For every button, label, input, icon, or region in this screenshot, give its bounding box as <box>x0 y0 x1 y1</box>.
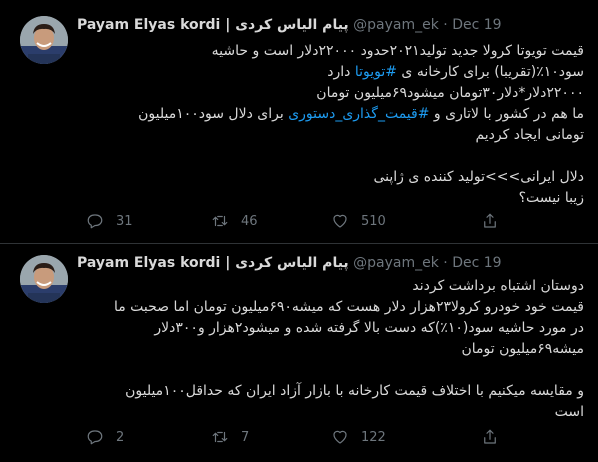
share-button[interactable] <box>481 211 499 231</box>
like-button[interactable]: 122 <box>331 427 386 447</box>
hashtag-link[interactable]: #قیمت_گذاری_دستوری <box>288 106 429 122</box>
tweet-line: سود۱۰٪(تقریبا) برای کارخانه ی #تویوتا دا… <box>327 64 584 80</box>
reply-count: 2 <box>116 429 125 445</box>
tweet-line: میشه۶۹میلیون تومان <box>461 341 585 357</box>
reply-icon <box>87 430 103 445</box>
tweet-feed: Payam Elyas kordi | پیام الیاس کردی @pay… <box>0 0 598 462</box>
tweet-line: دلال ایرانی>>>تولید کننده ی ژاپنی <box>373 169 584 185</box>
tweet-header: Payam Elyas kordi | پیام الیاس کردی @pay… <box>77 255 502 275</box>
reply-count: 31 <box>116 213 133 229</box>
display-name[interactable]: Payam Elyas kordi | پیام الیاس کردی <box>77 255 349 271</box>
avatar[interactable] <box>20 16 68 64</box>
avatar[interactable] <box>20 255 68 303</box>
reply-button[interactable]: 2 <box>86 427 124 447</box>
reply-icon <box>87 214 103 229</box>
action-bar: 2 7 122 <box>76 427 566 447</box>
tweet[interactable]: Payam Elyas kordi | پیام الیاس کردی @pay… <box>0 244 598 462</box>
retweet-button[interactable]: 46 <box>211 211 258 231</box>
tweet-line: قیمت تویوتا کرولا جدید تولید۲۰۲۱حدود ۲۲۰… <box>211 43 584 59</box>
like-count: 122 <box>361 429 386 445</box>
like-icon <box>333 430 347 444</box>
timestamp[interactable]: Dec 19 <box>452 255 501 271</box>
timestamp[interactable]: Dec 19 <box>452 17 501 33</box>
reply-button[interactable]: 31 <box>86 211 133 231</box>
tweet-line: ۲۲۰۰۰دلار*دلار۳۰تومان میشود۶۹میلیون توما… <box>316 85 584 101</box>
action-bar: 31 46 510 <box>76 211 566 231</box>
retweet-icon <box>212 215 228 227</box>
tweet[interactable]: Payam Elyas kordi | پیام الیاس کردی @pay… <box>0 0 598 243</box>
separator: · <box>443 255 448 271</box>
avatar-image <box>20 16 68 64</box>
tweet-text: دوستان اشتباه برداشت کردند قیمت خود خودر… <box>76 276 584 423</box>
retweet-count: 7 <box>241 429 250 445</box>
like-icon <box>333 214 347 228</box>
avatar-image <box>20 255 68 303</box>
handle[interactable]: @payam_ek <box>353 255 439 271</box>
retweet-count: 46 <box>241 213 258 229</box>
tweet-line: ما هم در کشور با لاتاری و #قیمت_گذاری_دس… <box>138 106 584 122</box>
tweet-line: در مورد حاشیه سود(۱۰٪)که دست بالا گرفته … <box>154 320 584 336</box>
tweet-text: قیمت تویوتا کرولا جدید تولید۲۰۲۱حدود ۲۲۰… <box>76 41 584 209</box>
like-button[interactable]: 510 <box>331 211 386 231</box>
retweet-icon <box>212 431 228 443</box>
handle[interactable]: @payam_ek <box>353 17 439 33</box>
share-button[interactable] <box>481 427 499 447</box>
share-icon <box>484 213 496 228</box>
separator: · <box>443 17 448 33</box>
retweet-button[interactable]: 7 <box>211 427 249 447</box>
tweet-line: زیبا نیست؟ <box>518 190 584 206</box>
tweet-line: قیمت خود خودرو کرولا۲۳هزار دلار هست که م… <box>113 299 584 315</box>
tweet-line: و مقایسه میکنیم با اختلاف قیمت کارخانه ب… <box>125 383 584 399</box>
tweet-line: است <box>554 404 584 420</box>
share-icon <box>484 429 496 444</box>
tweet-header: Payam Elyas kordi | پیام الیاس کردی @pay… <box>77 17 502 37</box>
hashtag-link[interactable]: #تویوتا <box>355 64 397 80</box>
like-count: 510 <box>361 213 386 229</box>
tweet-line: تومانی ایجاد کردیم <box>475 127 584 143</box>
tweet-line: دوستان اشتباه برداشت کردند <box>412 278 584 294</box>
display-name[interactable]: Payam Elyas kordi | پیام الیاس کردی <box>77 17 349 33</box>
